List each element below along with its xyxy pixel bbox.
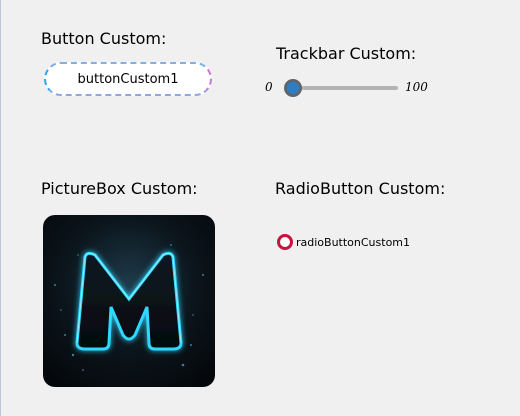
picturebox-custom-heading: PictureBox Custom:	[41, 179, 198, 198]
radio-circle-icon[interactable]	[277, 234, 293, 250]
radiobutton-custom-1[interactable]: radioButtonCustom1	[277, 234, 410, 250]
trackbar-track[interactable]	[290, 86, 398, 90]
radiobutton-custom-label: radioButtonCustom1	[296, 235, 411, 249]
button-custom-label: buttonCustom1	[77, 71, 179, 87]
picturebox-custom-1	[43, 215, 215, 387]
button-custom-1[interactable]: buttonCustom1	[44, 62, 212, 96]
radiobutton-custom-heading: RadioButton Custom:	[275, 179, 446, 198]
window-left-border	[0, 0, 1, 416]
neon-m-logo-image	[43, 215, 215, 387]
trackbar-custom-heading: Trackbar Custom:	[276, 44, 417, 63]
button-custom-heading: Button Custom:	[41, 29, 167, 48]
trackbar-min-label: 0	[265, 80, 273, 94]
trackbar-thumb[interactable]	[284, 79, 302, 97]
trackbar-max-label: 100	[405, 80, 428, 94]
